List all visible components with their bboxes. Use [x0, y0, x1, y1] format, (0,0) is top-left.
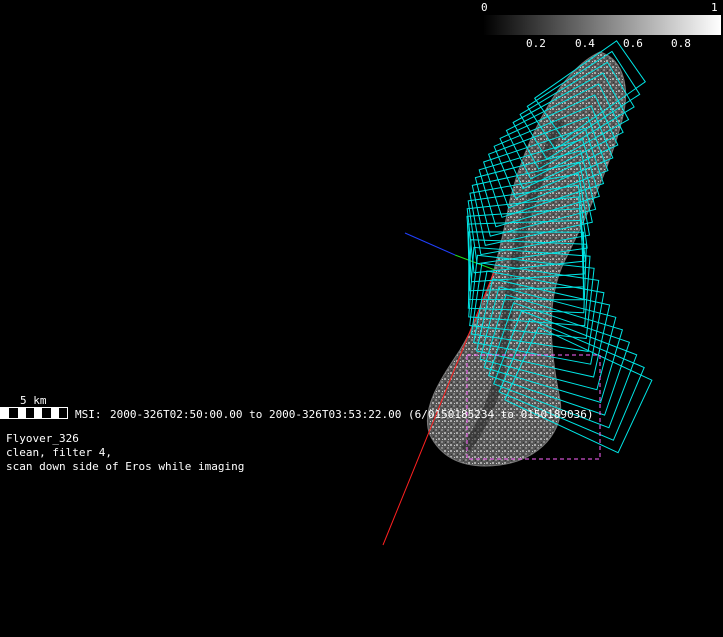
observation-filter: clean, filter 4, — [6, 446, 112, 459]
axis-z-line — [404, 232, 456, 256]
msi-label: MSI: — [75, 408, 102, 421]
scale-bar — [0, 407, 68, 419]
3d-viewport[interactable] — [0, 0, 723, 637]
colorbar: 0 1 0.2 0.4 0.6 0.8 — [481, 0, 723, 50]
colorbar-min-label: 0 — [481, 1, 488, 14]
colorbar-max-label: 1 — [711, 1, 718, 14]
colorbar-gradient — [483, 15, 721, 35]
colorbar-tick-label: 0.4 — [575, 37, 595, 50]
scale-label: 5 km — [20, 394, 47, 407]
msi-time-range: 2000-326T02:50:00.00 to 2000-326T03:53:2… — [110, 408, 594, 421]
observation-name: Flyover_326 — [6, 432, 79, 445]
colorbar-tick-label: 0.2 — [526, 37, 546, 50]
colorbar-tick-label: 0.6 — [623, 37, 643, 50]
observation-description: scan down side of Eros while imaging — [6, 460, 245, 473]
colorbar-tick-label: 0.8 — [671, 37, 691, 50]
